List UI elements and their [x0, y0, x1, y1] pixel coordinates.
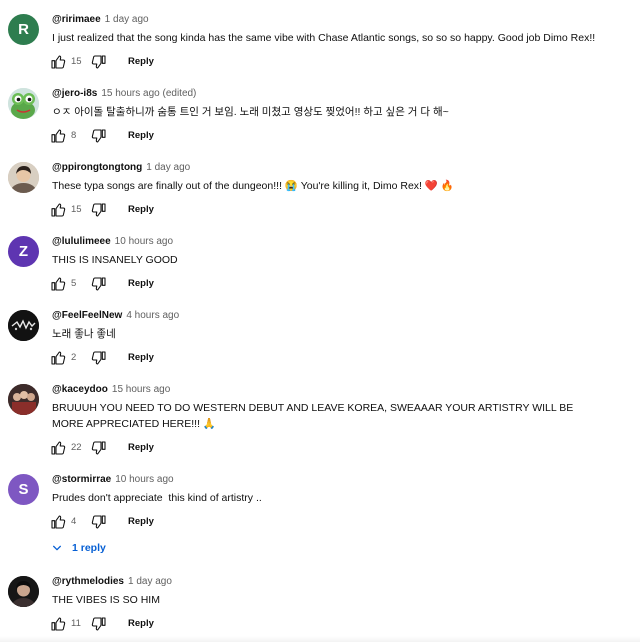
reply-button[interactable]: Reply	[128, 55, 154, 68]
comment-time[interactable]: 4 hours ago	[126, 310, 179, 321]
avatar[interactable]	[8, 88, 39, 119]
like-count: 8	[71, 130, 77, 141]
like-count: 11	[71, 618, 81, 629]
reply-button[interactable]: Reply	[128, 351, 154, 364]
reply-button[interactable]: Reply	[128, 617, 154, 630]
avatar[interactable]: R	[8, 14, 39, 45]
dark-portrait-avatar-icon	[8, 576, 39, 607]
comment-header: @jero-i8s 15 hours ago (edited)	[52, 88, 196, 100]
comment-header: @ririmaee 1 day ago	[52, 14, 149, 26]
comment-header: @FeelFeelNew 4 hours ago	[52, 310, 179, 322]
comment-text: THE VIBES IS SO HIM	[52, 594, 160, 606]
like-count: 22	[71, 442, 82, 453]
comment-author[interactable]: @rythmelodies	[52, 576, 124, 587]
thumbs-down-icon[interactable]	[91, 514, 107, 530]
comment-text: These typa songs are finally out of the …	[52, 180, 454, 192]
comment-author[interactable]: @ppirongtongtong	[52, 162, 142, 173]
like-count: 2	[71, 352, 77, 363]
avatar[interactable]	[8, 384, 39, 415]
comment-actions: 5 Reply	[50, 276, 190, 292]
comment-text: 노래 좋나 좋네	[52, 328, 116, 340]
comment-time[interactable]: 15 hours ago	[112, 384, 170, 395]
comment-text: BRUUUH YOU NEED TO DO WESTERN DEBUT AND …	[52, 402, 574, 430]
bottom-fade	[0, 636, 640, 642]
thumbs-up-icon[interactable]	[50, 616, 66, 632]
avatar-letter: R	[18, 21, 29, 38]
view-replies-button[interactable]: 1 reply	[52, 541, 106, 555]
like-count: 15	[71, 204, 82, 215]
thumbs-up-icon[interactable]	[50, 54, 66, 70]
avatar[interactable]	[8, 162, 39, 193]
reply-button[interactable]: Reply	[128, 441, 154, 454]
comment-actions: 8 Reply	[50, 128, 190, 144]
comment-author[interactable]: @stormirrae	[52, 474, 111, 485]
comment-actions: 15 Reply	[50, 202, 190, 218]
comment-time[interactable]: 10 hours ago	[115, 474, 173, 485]
thumbs-up-icon[interactable]	[50, 276, 66, 292]
avatar-letter: S	[18, 481, 29, 498]
comment-author[interactable]: @FeelFeelNew	[52, 310, 122, 321]
reply-button[interactable]: Reply	[128, 203, 154, 216]
view-replies-label: 1 reply	[72, 542, 106, 554]
chevron-down-icon	[53, 545, 61, 551]
reply-button[interactable]: Reply	[128, 515, 154, 528]
comment-author[interactable]: @lululimeee	[52, 236, 111, 247]
reply-button[interactable]: Reply	[128, 277, 154, 290]
comment-text: I just realized that the song kinda has …	[52, 32, 596, 44]
frog-avatar-icon	[8, 88, 39, 119]
person-photo-avatar-icon	[8, 162, 39, 193]
thumbs-down-icon[interactable]	[91, 54, 107, 70]
thumbs-down-icon[interactable]	[91, 128, 107, 144]
comment-actions: 22 Reply	[50, 440, 190, 456]
comment-time[interactable]: 1 day ago	[128, 576, 172, 587]
comment-text: Prudes don't appreciate this kind of art…	[52, 492, 262, 504]
comment-header: @kaceydoo 15 hours ago	[52, 384, 170, 396]
thumbs-down-icon[interactable]	[91, 202, 107, 218]
thumbs-up-icon[interactable]	[50, 202, 66, 218]
comment-time[interactable]: 1 day ago	[105, 14, 149, 25]
thumbs-down-icon[interactable]	[91, 276, 107, 292]
comment-actions: 4 Reply	[50, 514, 190, 530]
comment-text: THIS IS INSANELY GOOD	[52, 254, 178, 266]
comment-author[interactable]: @ririmaee	[52, 14, 101, 25]
comment-actions: 2 Reply	[50, 350, 190, 366]
comment-header: @rythmelodies 1 day ago	[52, 576, 172, 588]
thumbs-up-icon[interactable]	[50, 350, 66, 366]
thumbs-down-icon[interactable]	[91, 616, 107, 632]
thumbs-down-icon[interactable]	[91, 350, 107, 366]
comment-time[interactable]: 1 day ago	[146, 162, 190, 173]
thumbs-up-icon[interactable]	[50, 514, 66, 530]
comment-header: @stormirrae 10 hours ago	[52, 474, 174, 486]
thumbs-up-icon[interactable]	[50, 440, 66, 456]
comment-header: @lululimeee 10 hours ago	[52, 236, 173, 248]
comment-time[interactable]: 15 hours ago (edited)	[101, 88, 196, 99]
reply-button[interactable]: Reply	[128, 129, 154, 142]
like-count: 5	[71, 278, 77, 289]
comment-time[interactable]: 10 hours ago	[115, 236, 173, 247]
thumbs-up-icon[interactable]	[50, 128, 66, 144]
comment-actions: 11 Reply	[50, 616, 190, 632]
comment-author[interactable]: @kaceydoo	[52, 384, 108, 395]
comment-header: @ppirongtongtong 1 day ago	[52, 162, 190, 174]
avatar[interactable]: Z	[8, 236, 39, 267]
comment-text: ㅇㅈ 아이돌 탈출하니까 숨통 트인 거 보임. 노래 미쳤고 영상도 찢었어!…	[52, 106, 449, 118]
thumbs-down-icon[interactable]	[91, 440, 107, 456]
avatar[interactable]: S	[8, 474, 39, 505]
comment-author[interactable]: @jero-i8s	[52, 88, 97, 99]
group-photo-avatar-icon	[8, 384, 39, 415]
avatar[interactable]	[8, 310, 39, 341]
dark-logo-avatar-icon	[8, 310, 39, 341]
like-count: 15	[71, 56, 82, 67]
comment-actions: 15 Reply	[50, 54, 190, 70]
like-count: 4	[71, 516, 77, 527]
avatar-letter: Z	[18, 243, 29, 260]
avatar[interactable]	[8, 576, 39, 607]
